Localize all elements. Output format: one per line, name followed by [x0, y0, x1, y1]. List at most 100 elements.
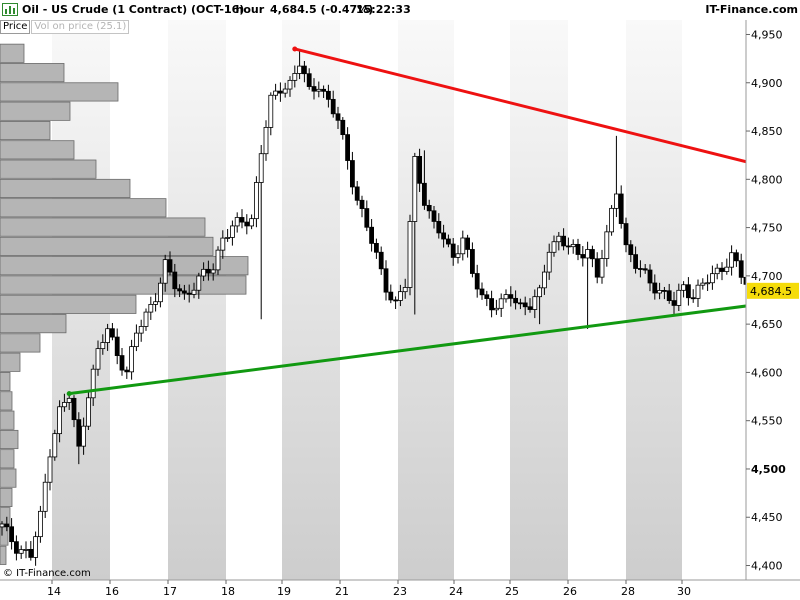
- candle-body: [62, 402, 67, 408]
- candle-body: [330, 98, 336, 115]
- candle-body: [340, 119, 346, 136]
- candle-body: [633, 254, 638, 269]
- candle-body: [148, 303, 154, 313]
- volume-profile-bar: [0, 372, 11, 392]
- candle-body: [90, 368, 96, 399]
- candle-body: [345, 134, 351, 161]
- volume-profile-bar: [0, 429, 19, 450]
- candle-body: [239, 217, 245, 223]
- candle-body: [210, 269, 216, 274]
- candle-body: [397, 291, 403, 301]
- volume-profile-bar: [0, 198, 167, 218]
- candle-body: [249, 218, 255, 227]
- candle-body: [378, 251, 384, 270]
- candle-body: [162, 259, 168, 284]
- volume-profile-bar: [0, 236, 214, 256]
- x-tick-label: 30: [677, 585, 691, 598]
- volume-profile-bar: [0, 63, 65, 83]
- candle-body: [474, 273, 480, 290]
- session-band: [168, 20, 226, 580]
- price-chart[interactable]: 4,950 4,900 4,850 4,800 4,750 4,700 4,650 4,600…: [0, 0, 800, 600]
- candle-body: [4, 523, 10, 528]
- candle-body: [114, 336, 120, 356]
- x-tick-label: 25: [505, 585, 519, 598]
- candle-body: [177, 288, 183, 292]
- timeframe-label: 1 hour: [224, 3, 265, 16]
- candle-body: [325, 90, 331, 100]
- y-tick-label: 4,400: [751, 560, 783, 573]
- y-tick-label: 4,650: [751, 318, 783, 331]
- tab-price[interactable]: Price: [0, 20, 31, 34]
- candle-body: [153, 301, 159, 305]
- candle-body: [253, 182, 259, 220]
- volume-profile-bar: [0, 487, 13, 507]
- candle-body: [431, 210, 437, 222]
- volume-profile-bar: [0, 275, 247, 295]
- candle-body: [681, 284, 686, 291]
- candle-body: [157, 282, 163, 303]
- candle-body: [268, 94, 274, 128]
- candle-body: [647, 269, 653, 284]
- candle-body: [484, 294, 490, 299]
- candle-body: [503, 294, 509, 300]
- candle-body: [33, 536, 38, 558]
- bar-chart-icon[interactable]: [2, 3, 18, 16]
- candle-body: [66, 397, 72, 403]
- volume-profile-bar: [0, 352, 21, 372]
- candle-body: [191, 289, 197, 295]
- tab-vol-on-price[interactable]: Vol on price (25.1): [31, 20, 130, 34]
- candle-body: [100, 342, 106, 350]
- volume-profile-bar: [0, 178, 131, 199]
- symbol-name: Oil - US Crude (1 Contract) (OCT-16): [22, 3, 245, 16]
- y-tick-label: 4,500: [751, 463, 786, 476]
- candle-body: [556, 235, 562, 243]
- candle-body: [566, 245, 571, 248]
- y-tick-label: 4,550: [751, 415, 783, 428]
- candle-body: [369, 226, 375, 244]
- candle-body: [143, 311, 149, 327]
- x-tick-label: 18: [221, 585, 235, 598]
- candle-body: [105, 328, 110, 343]
- x-tick-label: 17: [163, 585, 177, 598]
- candle-body: [383, 268, 389, 293]
- candle-body: [590, 249, 595, 260]
- volume-profile-bar: [0, 101, 71, 121]
- y-tick-label: 4,750: [751, 222, 783, 235]
- candle-body: [695, 284, 701, 299]
- candle-body: [110, 328, 115, 338]
- candle-body: [292, 73, 298, 81]
- candle-body: [690, 297, 696, 300]
- y-tick-label: 4,900: [751, 77, 783, 90]
- candle-body: [220, 237, 226, 251]
- candle-body: [234, 217, 240, 227]
- candle-body: [585, 249, 590, 259]
- candle-body: [575, 243, 581, 255]
- candle-body: [76, 419, 82, 447]
- candle-body: [686, 284, 691, 299]
- x-tick-label: 19: [277, 585, 291, 598]
- x-tick-label: 23: [393, 585, 407, 598]
- candle-body: [311, 86, 317, 92]
- x-tick-label: 21: [335, 585, 349, 598]
- candle-body: [57, 406, 62, 435]
- volume-profile-bar: [0, 391, 13, 411]
- volume-profile-bar: [0, 545, 7, 565]
- candle-body: [354, 186, 360, 201]
- candle-body: [0, 523, 5, 528]
- candle-body: [172, 271, 178, 290]
- candle-body: [542, 271, 547, 289]
- candle-body: [618, 193, 624, 224]
- candle-body: [124, 369, 130, 373]
- resistance-anchor: [292, 46, 298, 52]
- candle-body: [412, 156, 418, 222]
- candle-body: [244, 221, 250, 227]
- candle-body: [138, 326, 144, 334]
- candle-body: [469, 249, 475, 274]
- x-tick-label: 24: [449, 585, 463, 598]
- candle-body: [527, 306, 533, 310]
- candle-body: [13, 541, 19, 554]
- candle-body: [23, 548, 29, 551]
- candle-body: [671, 300, 677, 306]
- candle-body: [359, 199, 365, 209]
- clock-time: 15:22:33: [356, 3, 411, 16]
